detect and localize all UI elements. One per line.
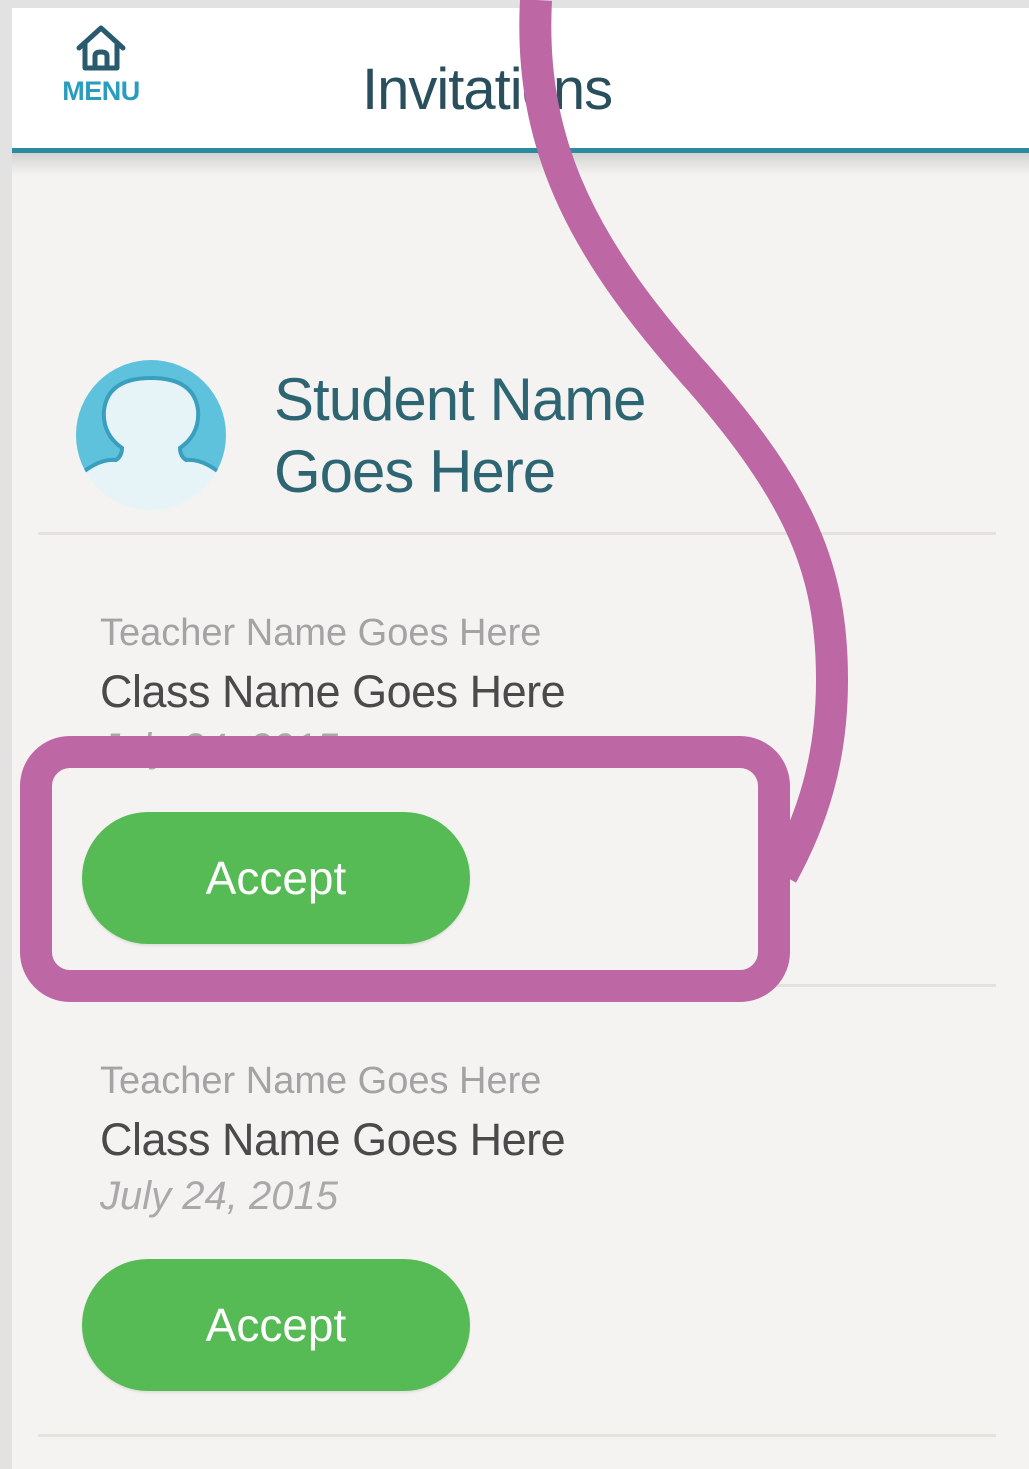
- invitation-date: July 24, 2015: [100, 726, 338, 770]
- student-name: Student Name Goes Here: [274, 364, 754, 508]
- teacher-name: Teacher Name Goes Here: [100, 1060, 542, 1102]
- divider: [38, 984, 996, 987]
- student-header: Student Name Goes Here: [76, 360, 996, 520]
- page-title: Invitations: [362, 57, 613, 122]
- divider: [38, 532, 996, 535]
- class-name: Class Name Goes Here: [100, 1114, 566, 1165]
- top-bar: MENU Invitations: [12, 8, 1029, 153]
- person-silhouette-icon: [76, 360, 226, 510]
- student-name-line-2: Goes Here: [274, 438, 556, 505]
- teacher-name: Teacher Name Goes Here: [100, 612, 542, 654]
- top-bar-shadow: [12, 153, 1029, 175]
- app-screen: MENU Invitations Student Name Goes Here …: [12, 8, 1029, 1469]
- menu-button[interactable]: MENU: [46, 24, 156, 136]
- accept-button[interactable]: Accept: [82, 812, 470, 944]
- student-name-line-1: Student Name: [274, 366, 647, 433]
- menu-label: MENU: [62, 76, 140, 106]
- home-icon: [76, 25, 126, 71]
- accept-button[interactable]: Accept: [82, 1259, 470, 1391]
- invitation-date: July 24, 2015: [100, 1174, 338, 1218]
- divider: [38, 1434, 996, 1437]
- avatar: [76, 360, 226, 510]
- class-name: Class Name Goes Here: [100, 666, 566, 717]
